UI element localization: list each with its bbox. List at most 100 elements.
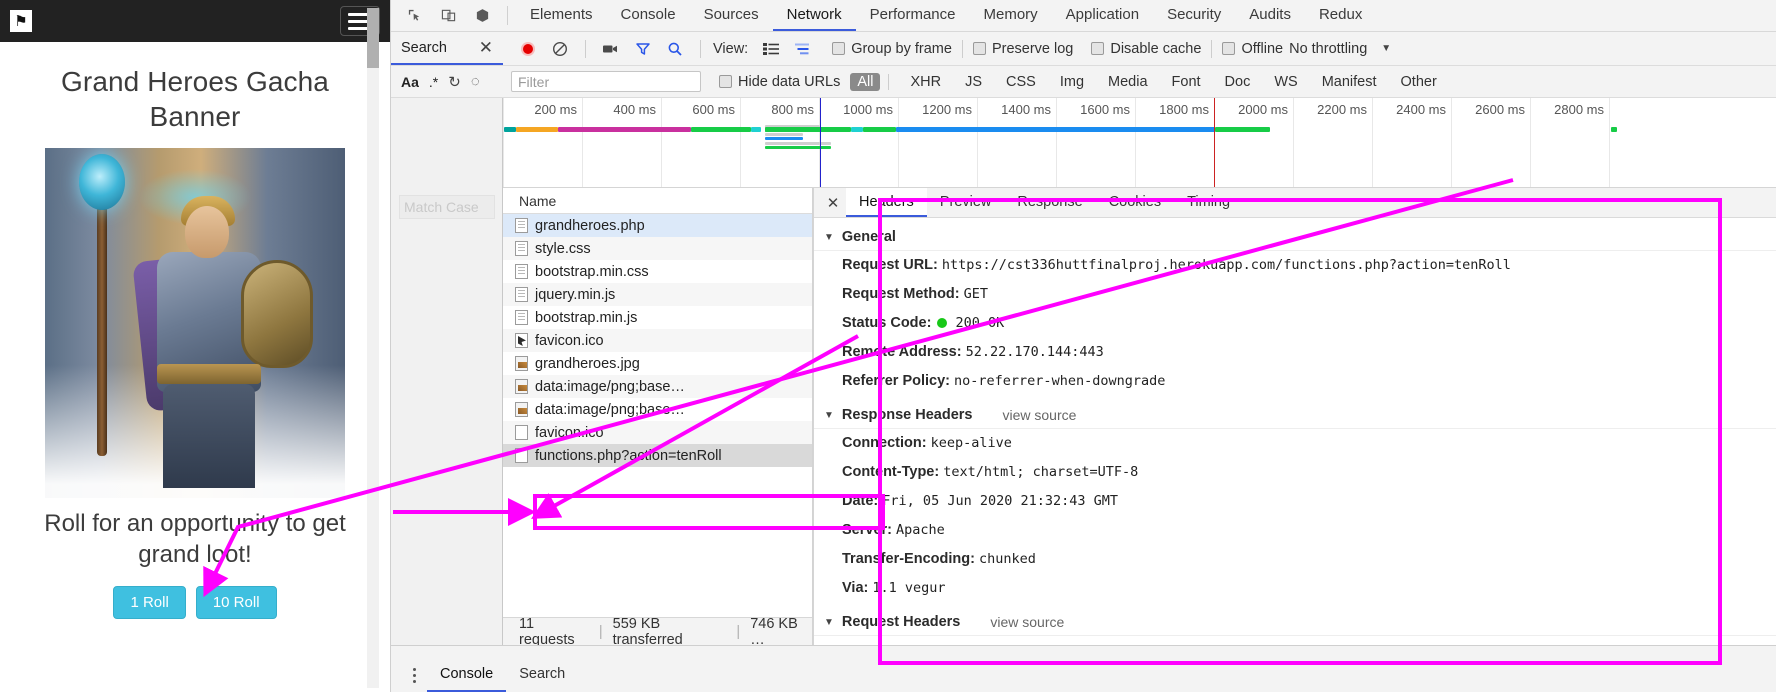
tab-security[interactable]: Security bbox=[1153, 0, 1235, 31]
checkbox-box[interactable] bbox=[1222, 42, 1235, 55]
tab-memory[interactable]: Memory bbox=[970, 0, 1052, 31]
table-row[interactable]: data:image/png;base… bbox=[503, 398, 812, 421]
filter-input[interactable] bbox=[511, 71, 701, 92]
regex-icon[interactable]: .* bbox=[429, 74, 438, 90]
disable-cache-checkbox[interactable]: Disable cache bbox=[1091, 41, 1201, 57]
tab-preview[interactable]: Preview bbox=[927, 188, 1005, 217]
hide-data-urls-checkbox[interactable]: Hide data URLs bbox=[719, 74, 840, 90]
request-name: bootstrap.min.js bbox=[535, 310, 637, 326]
tab-elements[interactable]: Elements bbox=[516, 0, 607, 31]
camera-icon[interactable] bbox=[596, 36, 626, 62]
filter-type-media[interactable]: Media bbox=[1101, 73, 1155, 91]
filter-type-ws[interactable]: WS bbox=[1267, 73, 1304, 91]
filter-type-doc[interactable]: Doc bbox=[1218, 73, 1258, 91]
tab-response[interactable]: Response bbox=[1004, 188, 1095, 217]
match-case-icon[interactable]: Aa bbox=[401, 74, 419, 90]
tab-timing[interactable]: Timing bbox=[1174, 188, 1243, 217]
header-row: Status Code: 200 OK bbox=[814, 309, 1776, 338]
header-value: chunked bbox=[979, 551, 1036, 567]
table-row[interactable]: favicon.ico bbox=[503, 421, 812, 444]
tab-headers[interactable]: Headers bbox=[846, 188, 927, 217]
table-row[interactable]: bootstrap.min.js bbox=[503, 306, 812, 329]
filter-type-js[interactable]: JS bbox=[958, 73, 989, 91]
request-list: Name grandheroes.php style.css bootst bbox=[503, 188, 813, 645]
request-list-header[interactable]: Name bbox=[503, 188, 812, 214]
checkbox-box[interactable] bbox=[973, 42, 986, 55]
preserve-log-checkbox[interactable]: Preserve log bbox=[973, 41, 1073, 57]
drawer-tab-search[interactable]: Search bbox=[506, 658, 578, 692]
overview-tick: 1400 ms bbox=[1001, 102, 1056, 117]
caret-down-icon[interactable]: ▼ bbox=[824, 410, 834, 421]
tab-application[interactable]: Application bbox=[1052, 0, 1153, 31]
view-source-link[interactable]: view source bbox=[1002, 407, 1076, 423]
list-view-icon[interactable] bbox=[756, 36, 786, 62]
throttling-select-value[interactable]: No throttling bbox=[1289, 41, 1367, 57]
flag-icon[interactable]: ⚑ bbox=[10, 10, 32, 32]
request-details-pane: ✕ Headers Preview Response Cookies Timin… bbox=[813, 188, 1776, 645]
caret-down-icon[interactable]: ▼ bbox=[824, 232, 834, 243]
header-value[interactable]: https://cst336huttfinalproj.herokuapp.co… bbox=[942, 257, 1511, 273]
tab-sources[interactable]: Sources bbox=[690, 0, 773, 31]
network-overview-timeline[interactable]: 200 ms 400 ms 600 ms 800 ms 1000 ms 1200… bbox=[503, 98, 1776, 188]
section-general-header[interactable]: ▼ General bbox=[814, 224, 1776, 251]
3d-cube-icon[interactable] bbox=[465, 0, 499, 31]
section-response-headers-header[interactable]: ▼ Response Headers view source bbox=[814, 402, 1776, 429]
funnel-icon[interactable] bbox=[628, 36, 658, 62]
resource-size: 746 KB … bbox=[750, 616, 812, 648]
section-title: General bbox=[842, 229, 896, 245]
table-row[interactable]: functions.php?action=tenRoll bbox=[503, 444, 812, 467]
section-request-headers-header[interactable]: ▼ Request Headers view source bbox=[814, 609, 1776, 636]
group-by-frame-checkbox[interactable]: Group by frame bbox=[832, 41, 952, 57]
table-row[interactable]: bootstrap.min.css bbox=[503, 260, 812, 283]
filter-type-xhr[interactable]: XHR bbox=[903, 73, 948, 91]
tab-audits[interactable]: Audits bbox=[1235, 0, 1305, 31]
tab-cookies[interactable]: Cookies bbox=[1096, 188, 1174, 217]
magnifier-icon[interactable] bbox=[660, 36, 690, 62]
one-roll-button[interactable]: 1 Roll bbox=[113, 586, 185, 619]
ten-roll-button[interactable]: 10 Roll bbox=[196, 586, 277, 619]
tab-console[interactable]: Console bbox=[607, 0, 690, 31]
clear-no-entry-icon[interactable] bbox=[545, 36, 575, 62]
table-row[interactable]: favicon.ico bbox=[503, 329, 812, 352]
offline-checkbox[interactable]: Offline bbox=[1222, 41, 1283, 57]
chevron-down-icon[interactable]: ▼ bbox=[1381, 43, 1391, 54]
filter-type-img[interactable]: Img bbox=[1053, 73, 1091, 91]
checkbox-box[interactable] bbox=[719, 75, 732, 88]
roll-button-group: 1 Roll 10 Roll bbox=[0, 586, 390, 619]
checkbox-box[interactable] bbox=[1091, 42, 1104, 55]
overview-tick: 1000 ms bbox=[843, 102, 898, 117]
refresh-icon[interactable]: ↻ bbox=[448, 73, 461, 91]
tab-network[interactable]: Network bbox=[773, 0, 856, 31]
checkbox-box[interactable] bbox=[832, 42, 845, 55]
filter-type-all[interactable]: All bbox=[850, 73, 880, 91]
search-pane-tab[interactable]: Search ✕ bbox=[391, 32, 503, 65]
tab-redux[interactable]: Redux bbox=[1305, 0, 1376, 31]
waterfall-view-icon[interactable] bbox=[788, 36, 818, 62]
device-toolbar-icon[interactable] bbox=[431, 0, 465, 31]
tab-performance[interactable]: Performance bbox=[856, 0, 970, 31]
clear-icon[interactable]: ◌ bbox=[471, 73, 480, 90]
filter-type-font[interactable]: Font bbox=[1165, 73, 1208, 91]
filter-type-css[interactable]: CSS bbox=[999, 73, 1043, 91]
header-key: Content-Type: bbox=[842, 464, 939, 480]
view-source-link[interactable]: view source bbox=[990, 614, 1064, 630]
filter-type-other[interactable]: Other bbox=[1394, 73, 1444, 91]
close-icon[interactable]: ✕ bbox=[820, 188, 846, 217]
page-scrollbar[interactable] bbox=[367, 8, 379, 688]
more-options-icon[interactable] bbox=[401, 658, 427, 692]
header-row: Request Method: GET bbox=[814, 280, 1776, 309]
close-icon[interactable]: ✕ bbox=[479, 39, 493, 56]
table-row[interactable]: style.css bbox=[503, 237, 812, 260]
inspect-element-icon[interactable] bbox=[397, 0, 431, 31]
table-row[interactable]: jquery.min.js bbox=[503, 283, 812, 306]
table-row[interactable]: grandheroes.jpg bbox=[503, 352, 812, 375]
record-red-circle-icon[interactable] bbox=[513, 36, 543, 62]
table-row[interactable]: grandheroes.php bbox=[503, 214, 812, 237]
document-icon bbox=[515, 241, 528, 256]
caret-down-icon[interactable]: ▼ bbox=[824, 617, 834, 628]
status-ok-icon bbox=[937, 318, 947, 328]
table-row[interactable]: data:image/png;base… bbox=[503, 375, 812, 398]
drawer-tab-console[interactable]: Console bbox=[427, 658, 506, 692]
filter-type-manifest[interactable]: Manifest bbox=[1315, 73, 1384, 91]
page-scrollbar-thumb[interactable] bbox=[367, 8, 379, 68]
